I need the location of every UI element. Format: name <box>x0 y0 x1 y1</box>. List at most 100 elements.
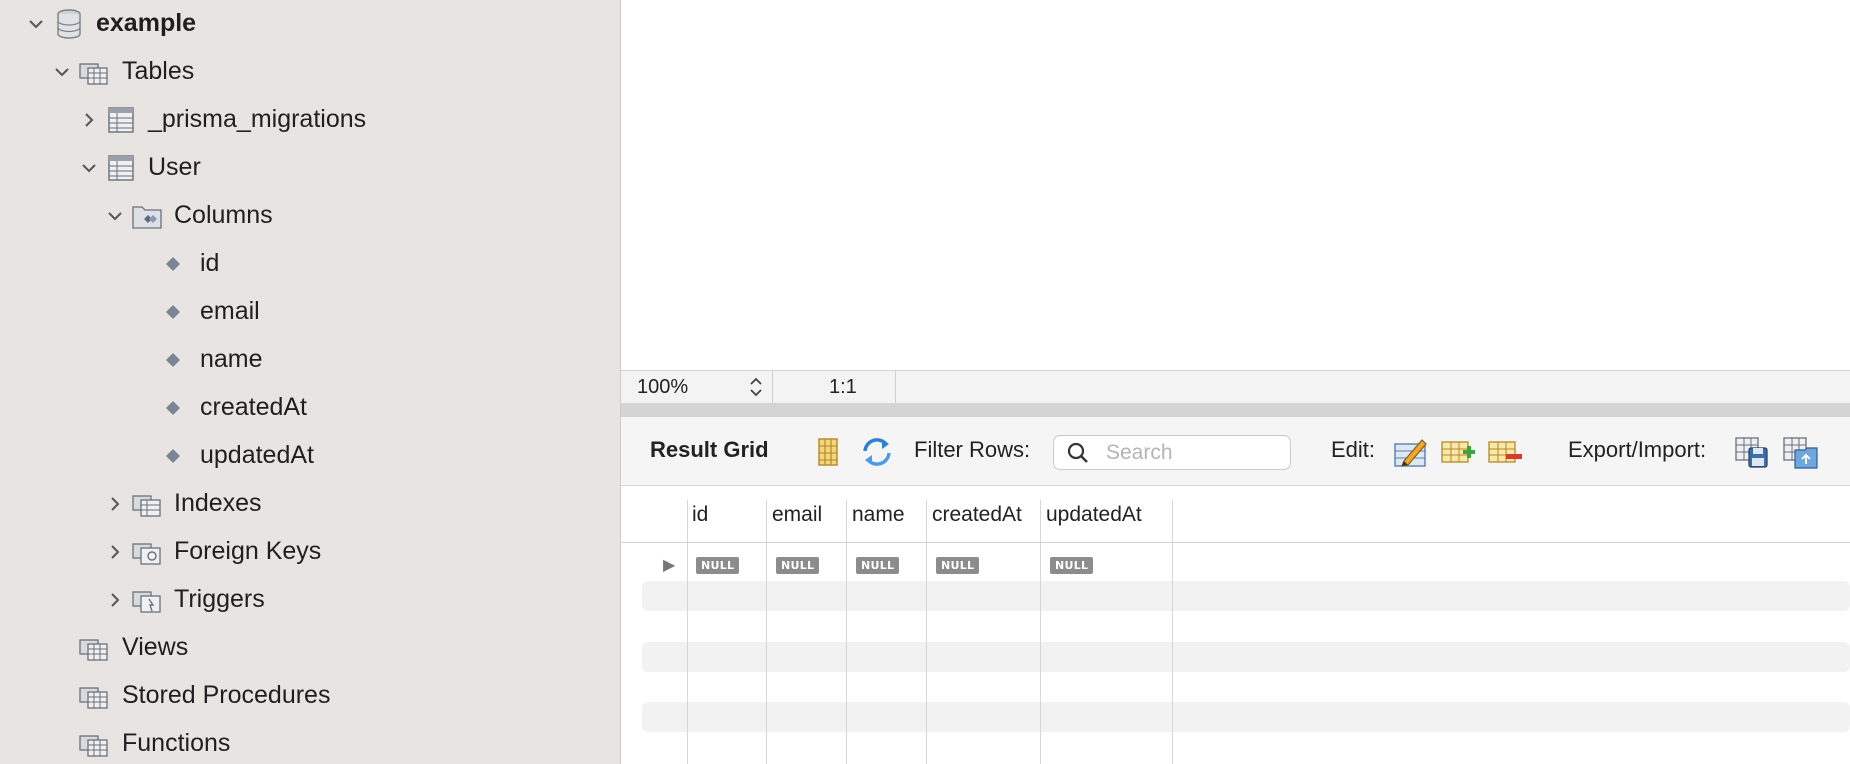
chevron-right-icon[interactable] <box>103 588 127 612</box>
chevron-right-icon[interactable] <box>103 540 127 564</box>
tree-node-functions[interactable]: Functions <box>0 720 620 764</box>
table-icon <box>106 105 136 135</box>
cursor-position: 1:1 <box>773 371 896 403</box>
column-separator[interactable] <box>766 500 767 764</box>
grid-toggle-icon[interactable] <box>809 434 847 470</box>
stepper-icon[interactable] <box>748 375 764 399</box>
column-separator[interactable] <box>687 500 688 764</box>
chevron-down-icon[interactable] <box>77 156 101 180</box>
column-diamond-icon <box>158 441 188 471</box>
indexes-folder-icon <box>132 489 162 519</box>
filter-search-box[interactable] <box>1053 435 1291 470</box>
tree-node-foreign-keys[interactable]: Foreign Keys <box>0 528 620 576</box>
grid-row[interactable] <box>642 702 1850 732</box>
schema-navigator: example Tables _prisma_migrations User C… <box>0 0 621 764</box>
column-diamond-icon <box>158 297 188 327</box>
table-name: _prisma_migrations <box>148 105 367 133</box>
table-icon <box>106 153 136 183</box>
chevron-right-icon[interactable] <box>77 108 101 132</box>
column-diamond-icon <box>158 393 188 423</box>
triggers-label: Triggers <box>174 585 265 613</box>
views-label: Views <box>122 633 189 661</box>
chevron-right-icon[interactable] <box>103 492 127 516</box>
column-separator[interactable] <box>846 500 847 764</box>
columns-folder-icon <box>132 201 162 231</box>
null-badge[interactable]: NULL <box>936 557 980 574</box>
column-name: createdAt <box>200 393 308 421</box>
delete-row-icon[interactable] <box>1486 434 1524 470</box>
tree-node-column[interactable]: createdAt <box>0 384 620 432</box>
export-import-label: Export/Import: <box>1568 437 1707 462</box>
chevron-down-icon[interactable] <box>24 12 48 36</box>
column-diamond-icon <box>158 345 188 375</box>
triggers-folder-icon <box>132 585 162 615</box>
tree-node-stored-procedures[interactable]: Stored Procedures <box>0 672 620 720</box>
tree-node-schema[interactable]: example <box>0 0 620 48</box>
chevron-down-icon[interactable] <box>50 60 74 84</box>
tables-label: Tables <box>122 57 195 85</box>
null-badge[interactable]: NULL <box>776 557 820 574</box>
indexes-label: Indexes <box>174 489 262 517</box>
grid-row[interactable] <box>642 642 1850 672</box>
tree-node-table[interactable]: _prisma_migrations <box>0 96 620 144</box>
null-badge[interactable]: NULL <box>696 557 740 574</box>
tree-node-views[interactable]: Views <box>0 624 620 672</box>
filter-search-input[interactable] <box>1104 440 1288 466</box>
export-icon[interactable] <box>1733 434 1771 470</box>
tree-node-column[interactable]: updatedAt <box>0 432 620 480</box>
tree-node-tables[interactable]: Tables <box>0 48 620 96</box>
column-name: id <box>200 249 220 277</box>
tree-node-column[interactable]: email <box>0 288 620 336</box>
tree-node-column[interactable]: name <box>0 336 620 384</box>
sql-editor[interactable] <box>621 0 1850 370</box>
null-badge[interactable]: NULL <box>856 557 900 574</box>
columns-label: Columns <box>174 201 273 229</box>
column-name: updatedAt <box>200 441 314 469</box>
tree-node-columns[interactable]: Columns <box>0 192 620 240</box>
panel-splitter[interactable] <box>621 403 1850 417</box>
stored-procedures-folder-icon <box>79 681 109 711</box>
search-icon <box>1067 442 1088 463</box>
row-marker-icon: ▶ <box>663 557 676 574</box>
edit-pencil-icon[interactable] <box>1392 434 1430 470</box>
column-header-email[interactable]: email <box>772 503 822 527</box>
column-separator[interactable] <box>1040 500 1041 764</box>
zoom-control[interactable]: 100% <box>621 371 773 403</box>
stored-procedures-label: Stored Procedures <box>122 681 331 709</box>
result-grid-title: Result Grid <box>650 437 769 462</box>
schema-name: example <box>96 9 197 37</box>
edit-label: Edit: <box>1331 437 1376 462</box>
functions-label: Functions <box>122 729 231 757</box>
result-grid[interactable]: id email name createdAt updatedAt ▶ NULL… <box>621 486 1850 764</box>
result-toolbar: Result Grid Filter Rows: Edit: Ex <box>621 417 1850 486</box>
chevron-down-icon[interactable] <box>103 204 127 228</box>
import-icon[interactable] <box>1781 434 1819 470</box>
column-diamond-icon <box>158 249 188 279</box>
functions-folder-icon <box>79 729 109 759</box>
column-name: name <box>200 345 263 373</box>
column-separator[interactable] <box>1172 500 1173 764</box>
column-separator[interactable] <box>926 500 927 764</box>
grid-header: id email name createdAt updatedAt <box>621 486 1850 543</box>
tree-node-table[interactable]: User <box>0 144 620 192</box>
column-header-updatedAt[interactable]: updatedAt <box>1046 503 1142 527</box>
null-badge[interactable]: NULL <box>1050 557 1094 574</box>
column-header-id[interactable]: id <box>692 503 708 527</box>
tree-node-triggers[interactable]: Triggers <box>0 576 620 624</box>
tree-node-indexes[interactable]: Indexes <box>0 480 620 528</box>
refresh-icon[interactable] <box>858 434 896 470</box>
views-folder-icon <box>79 633 109 663</box>
table-name: User <box>148 153 201 181</box>
foreign-keys-folder-icon <box>132 537 162 567</box>
editor-status-bar: 100% 1:1 <box>621 370 1850 404</box>
cursor-position-value: 1:1 <box>829 376 857 398</box>
table-folder-icon <box>79 57 109 87</box>
grid-row[interactable] <box>642 581 1850 611</box>
filter-rows-label: Filter Rows: <box>914 437 1031 462</box>
tree-node-column[interactable]: id <box>0 240 620 288</box>
add-row-icon[interactable] <box>1439 434 1477 470</box>
column-name: email <box>200 297 260 325</box>
foreign-keys-label: Foreign Keys <box>174 537 322 565</box>
column-header-name[interactable]: name <box>852 503 905 527</box>
column-header-createdAt[interactable]: createdAt <box>932 503 1022 527</box>
